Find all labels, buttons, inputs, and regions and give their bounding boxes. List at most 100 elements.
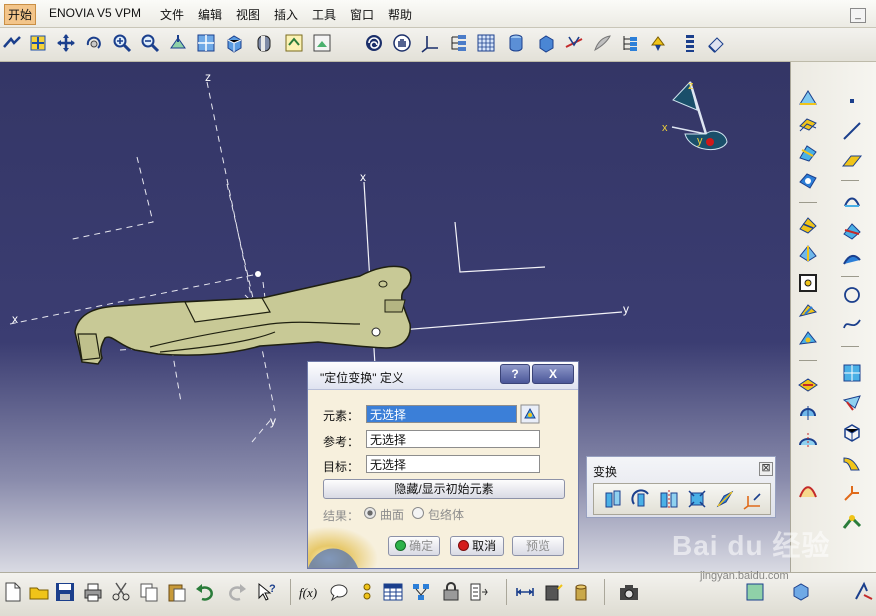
blend-icon[interactable] [841, 392, 863, 414]
design-table-icon[interactable] [356, 581, 378, 603]
comment-icon[interactable] [328, 581, 350, 603]
spec-tree-icon[interactable] [620, 33, 640, 53]
hide-show-icon[interactable] [284, 33, 304, 53]
symmetry-transform-icon[interactable] [658, 488, 680, 510]
menu-file[interactable]: 文件 [160, 6, 184, 23]
3ds-logo-icon[interactable] [852, 581, 876, 603]
offset-surface-icon[interactable] [797, 114, 819, 136]
measure-icon[interactable] [564, 33, 584, 53]
cube-icon[interactable] [536, 33, 556, 53]
redo-icon[interactable] [226, 581, 248, 603]
new-file-icon[interactable] [2, 581, 24, 603]
whats-this-icon[interactable]: ? [256, 581, 278, 603]
knowledge-icon[interactable] [410, 581, 432, 603]
connect-icon[interactable] [841, 512, 863, 534]
scale-transform-icon[interactable] [686, 488, 708, 510]
volume-icon[interactable] [841, 422, 863, 444]
menu-insert[interactable]: 插入 [274, 6, 298, 23]
measure-inertia-icon[interactable] [570, 581, 592, 603]
cancel-button[interactable]: 取消 [450, 536, 504, 556]
multi-view-icon[interactable] [196, 33, 216, 53]
envelope-radio[interactable] [412, 507, 424, 519]
menu-edit[interactable]: 编辑 [198, 6, 222, 23]
dialog-close-button[interactable]: X [532, 364, 574, 384]
fly-mode-icon[interactable] [2, 33, 22, 53]
element-field[interactable]: 无选择 [366, 405, 517, 423]
point-icon[interactable] [841, 90, 863, 112]
boundary-icon[interactable] [797, 272, 819, 294]
measure-between-icon[interactable] [514, 581, 536, 603]
ok-button[interactable]: 确定 [388, 536, 440, 556]
list-icon[interactable] [468, 581, 490, 603]
dialog-help-button[interactable]: ? [500, 364, 530, 384]
circle-icon[interactable] [841, 284, 863, 306]
trim-icon[interactable] [797, 242, 819, 264]
target-field[interactable]: 无选择 [366, 455, 540, 473]
lightbulb-icon[interactable] [648, 33, 668, 53]
menu-window[interactable]: 窗口 [350, 6, 374, 23]
intersection-icon[interactable] [841, 220, 863, 242]
formula-icon[interactable]: f(x) [298, 581, 320, 603]
measure-item-icon[interactable] [542, 581, 564, 603]
eraser-icon[interactable] [706, 33, 726, 53]
law-icon[interactable] [797, 480, 819, 502]
translate-transform-icon[interactable] [602, 488, 624, 510]
extrude-icon[interactable] [797, 87, 819, 109]
transform-panel-close-icon[interactable]: ⊠ [759, 462, 773, 476]
reference-field[interactable]: 无选择 [366, 430, 540, 448]
copy-icon[interactable] [138, 581, 160, 603]
iso-view-icon[interactable] [224, 33, 244, 53]
sweep-icon[interactable] [797, 142, 819, 164]
parallel-curve-icon[interactable] [841, 248, 863, 270]
fill-icon[interactable] [797, 170, 819, 192]
dialog-title-bar[interactable]: "定位变换" 定义 ? X [308, 362, 578, 390]
stack-icon[interactable] [680, 33, 700, 53]
surface-fold-icon[interactable] [841, 452, 863, 474]
camera-icon[interactable] [618, 581, 640, 603]
minimize-icon[interactable]: _ [850, 8, 866, 23]
plane-icon[interactable] [841, 150, 863, 172]
projection-icon[interactable] [841, 190, 863, 212]
zoom-in-icon[interactable] [112, 33, 132, 53]
component-icon[interactable] [790, 581, 812, 603]
rotate-surface-icon[interactable] [797, 402, 819, 424]
axis-system-icon[interactable] [420, 33, 440, 53]
menu-start[interactable]: 开始 [4, 4, 37, 25]
preview-button[interactable]: 预览 [512, 536, 564, 556]
rotate-icon[interactable] [84, 33, 104, 53]
translate-icon[interactable] [797, 374, 819, 396]
rotate-transform-icon[interactable] [630, 488, 652, 510]
surface-grid-icon[interactable] [841, 362, 863, 384]
tree-icon[interactable] [448, 33, 468, 53]
fillet-icon[interactable] [797, 328, 819, 350]
line-icon[interactable] [841, 120, 863, 142]
axis-to-axis-icon[interactable] [742, 488, 764, 510]
table-icon[interactable] [382, 581, 404, 603]
split-icon[interactable] [797, 214, 819, 236]
lock-icon[interactable] [440, 581, 462, 603]
pan-icon[interactable] [56, 33, 76, 53]
grid-icon[interactable] [476, 33, 496, 53]
product-icon[interactable] [744, 581, 766, 603]
shading-icon[interactable] [254, 33, 274, 53]
paste-icon[interactable] [166, 581, 188, 603]
swap-space-icon[interactable] [312, 33, 332, 53]
normal-view-icon[interactable] [168, 33, 188, 53]
hide-show-initial-button[interactable]: 隐藏/显示初始元素 [323, 479, 565, 499]
affinity-transform-icon[interactable] [714, 488, 736, 510]
corner-icon[interactable] [841, 482, 863, 504]
open-file-icon[interactable] [28, 581, 50, 603]
extract-icon[interactable] [797, 300, 819, 322]
menu-tools[interactable]: 工具 [312, 6, 336, 23]
print-icon[interactable] [82, 581, 104, 603]
menu-enovia[interactable]: ENOVIA V5 VPM [49, 6, 141, 20]
save-icon[interactable] [54, 581, 76, 603]
cut-icon[interactable] [110, 581, 132, 603]
element-selector-icon[interactable] [520, 404, 540, 424]
menu-help[interactable]: 帮助 [388, 6, 412, 23]
fit-all-icon[interactable] [28, 33, 48, 53]
spiral-icon[interactable] [364, 33, 384, 53]
undo-icon[interactable] [194, 581, 216, 603]
menu-view[interactable]: 视图 [236, 6, 260, 23]
zoom-out-icon[interactable] [140, 33, 160, 53]
